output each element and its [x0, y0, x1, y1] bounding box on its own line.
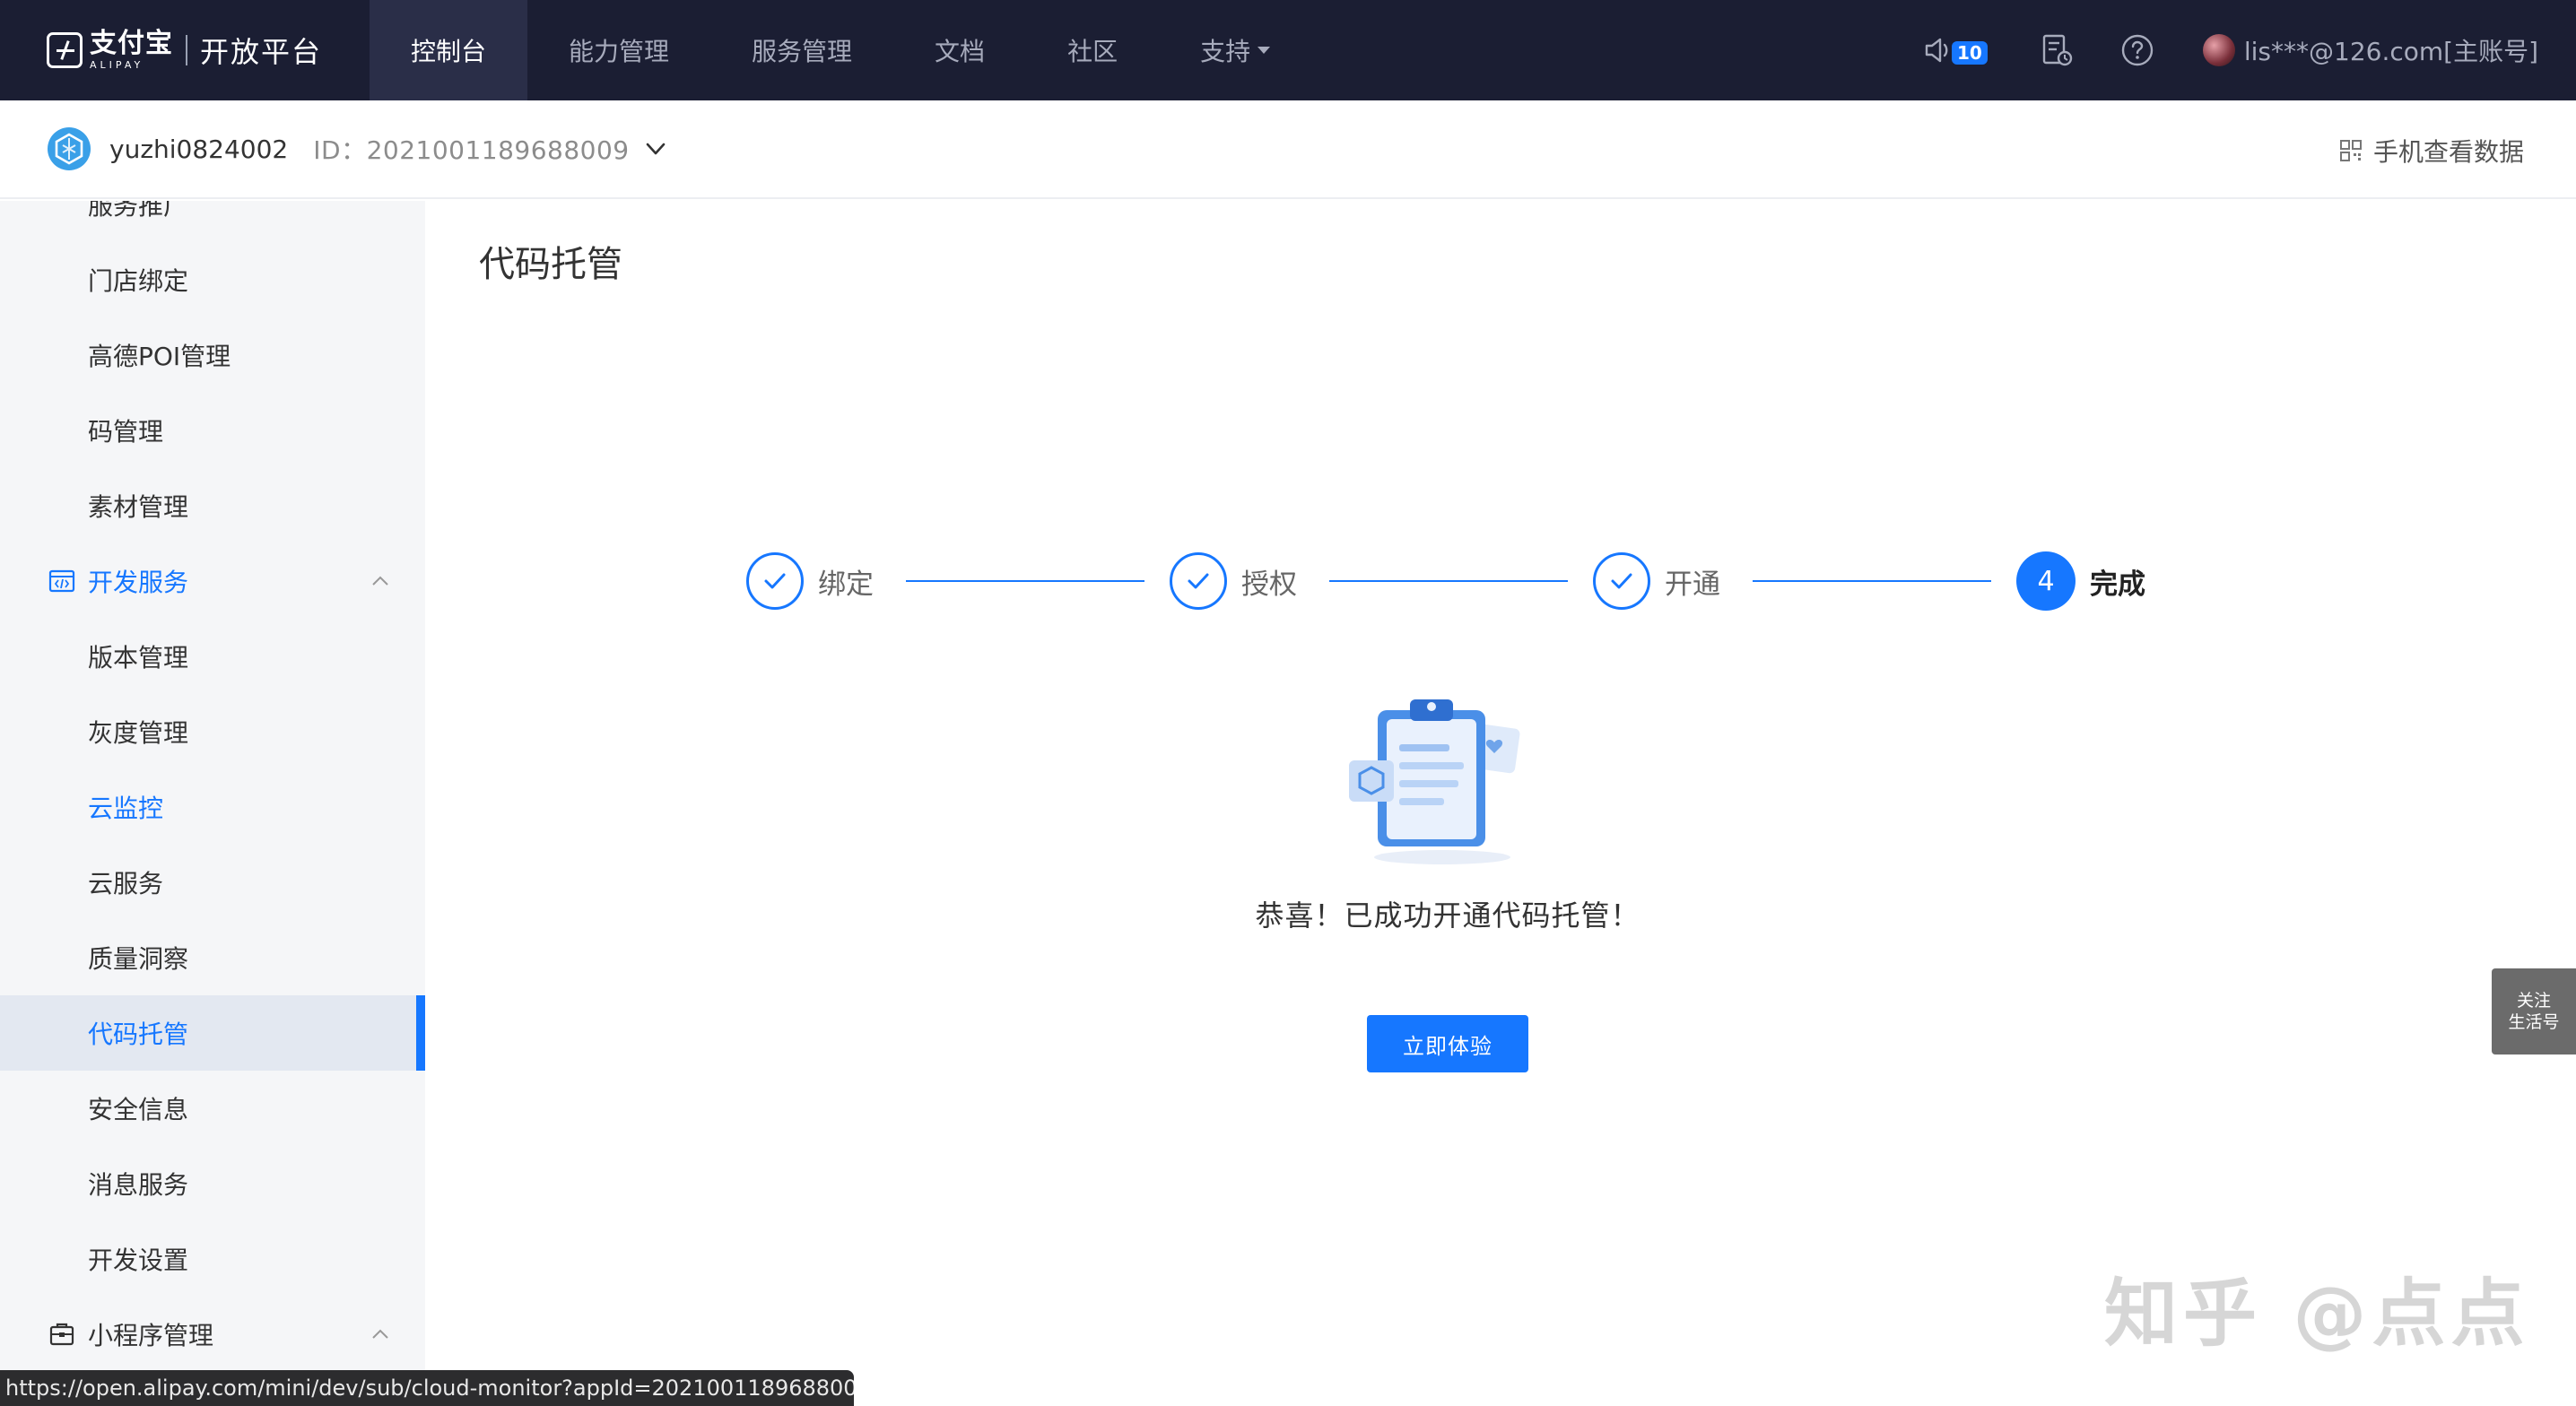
- try-now-button[interactable]: 立即体验: [1367, 1015, 1528, 1072]
- sidebar-item-code-management[interactable]: 码管理: [0, 393, 425, 468]
- step-label: 绑定: [818, 568, 874, 601]
- step-number: 4: [2016, 551, 2076, 611]
- nav-console[interactable]: 控制台: [370, 0, 528, 100]
- mobile-data-label: 手机查看数据: [2372, 137, 2524, 167]
- app-name[interactable]: yuzhi0824002: [109, 135, 288, 164]
- sidebar-item-amap-poi[interactable]: 高德POI管理: [0, 317, 425, 393]
- chevron-down-icon[interactable]: [644, 137, 667, 161]
- step-label: 完成: [2090, 568, 2145, 601]
- step-connector: [1329, 580, 1568, 582]
- sidebar-section-label: 开发服务: [88, 568, 189, 597]
- sidebar-item-cloud-service[interactable]: 云服务: [0, 845, 425, 920]
- sidebar-item-store-binding[interactable]: 门店绑定: [0, 242, 425, 317]
- main-nav: 控制台 能力管理 服务管理 文档 社区 支持: [370, 0, 1311, 100]
- nav-docs[interactable]: 文档: [893, 0, 1026, 100]
- sidebar-item-material[interactable]: 素材管理: [0, 468, 425, 543]
- platform-name: 开放平台: [200, 35, 323, 69]
- nav-right: 10 lis***@126.com[主账号]: [1923, 0, 2576, 100]
- chevron-up-icon: [372, 576, 388, 586]
- nav-support[interactable]: 支持: [1159, 0, 1311, 100]
- sidebar-section-dev-services[interactable]: 开发服务: [0, 543, 425, 619]
- alipay-logo-icon: [47, 32, 83, 68]
- check-icon: [1170, 552, 1227, 610]
- step-bind: 绑定: [746, 549, 874, 613]
- sidebar-item-security-info[interactable]: 安全信息: [0, 1071, 425, 1146]
- sidebar-item-versions[interactable]: 版本管理: [0, 619, 425, 694]
- account-menu[interactable]: lis***@126.com[主账号]: [2202, 32, 2538, 68]
- sidebar-item-message-service[interactable]: 消息服务: [0, 1146, 425, 1221]
- avatar: [2202, 34, 2235, 66]
- notification-badge: 10: [1952, 41, 1988, 65]
- sidebar-item-quality-insight[interactable]: 质量洞察: [0, 920, 425, 995]
- nav-community[interactable]: 社区: [1026, 0, 1159, 100]
- step-complete: 4 完成: [2016, 549, 2145, 613]
- logo-subtext: ALIPAY: [90, 59, 144, 71]
- watermark: 知乎 @点点: [2104, 1271, 2530, 1357]
- top-nav: 支付宝 ALIPAY 开放平台 控制台 能力管理 服务管理 文档 社区 支持 1…: [0, 0, 2576, 100]
- help-icon[interactable]: [2117, 30, 2158, 71]
- follow-tab-line1: 关注: [2516, 991, 2551, 1011]
- nav-support-label: 支持: [1200, 37, 1251, 66]
- follow-tab-line2: 生活号: [2508, 1012, 2560, 1032]
- progress-steps: 绑定 授权 开通 4 完成: [746, 549, 2163, 613]
- account-name: lis***@126.com[主账号]: [2243, 37, 2538, 66]
- step-activate: 开通: [1593, 549, 1720, 613]
- success-message: 恭喜！已成功开通代码托管！: [1255, 898, 1640, 933]
- step-connector: [1753, 580, 1991, 582]
- qrcode-icon: [2339, 140, 2362, 161]
- check-icon: [746, 552, 804, 610]
- sidebar-item-service-promotion[interactable]: 服务推广: [0, 201, 425, 242]
- sidebar-item-code-hosting[interactable]: 代码托管: [0, 995, 425, 1071]
- sidebar-item-cloud-monitor[interactable]: 云监控: [0, 769, 425, 845]
- nav-service[interactable]: 服务管理: [710, 0, 893, 100]
- step-authorize: 授权: [1170, 549, 1297, 613]
- sidebar: 服务推广 门店绑定 高德POI管理 码管理 素材管理 开发服务 版本管理 灰度管…: [0, 201, 425, 1406]
- caret-down-icon: [1258, 47, 1271, 54]
- step-connector: [906, 580, 1144, 582]
- step-label: 开通: [1665, 568, 1720, 601]
- status-bar-url: https://open.alipay.com/mini/dev/sub/clo…: [0, 1370, 854, 1406]
- nav-capability[interactable]: 能力管理: [527, 0, 710, 100]
- page-title: 代码托管: [479, 244, 622, 285]
- sidebar-section-miniapp[interactable]: 小程序管理: [0, 1297, 425, 1372]
- document-clock-icon[interactable]: [2036, 30, 2077, 71]
- app-bar: yuzhi0824002 ID：2021001189688009 手机查看数据: [0, 100, 2576, 199]
- clipboard-illustration-icon: [1349, 699, 1520, 864]
- speaker-icon[interactable]: 10: [1923, 30, 1988, 71]
- miniapp-icon: [49, 1323, 74, 1346]
- mobile-data-link[interactable]: 手机查看数据: [2339, 133, 2524, 169]
- app-logo-icon: [48, 127, 91, 170]
- check-icon: [1593, 552, 1650, 610]
- step-label: 授权: [1241, 568, 1297, 601]
- sidebar-item-gray-release[interactable]: 灰度管理: [0, 694, 425, 769]
- code-icon: [48, 569, 75, 593]
- alipay-logo[interactable]: 支付宝 ALIPAY 开放平台: [47, 27, 322, 74]
- sidebar-section-label: 小程序管理: [88, 1321, 214, 1350]
- logo-divider: [186, 35, 187, 65]
- app-id: ID：2021001189688009: [313, 135, 630, 165]
- chevron-up-icon: [372, 1329, 388, 1339]
- sidebar-item-dev-settings[interactable]: 开发设置: [0, 1221, 425, 1297]
- logo-text: 支付宝: [90, 28, 173, 59]
- follow-life-account-tab[interactable]: 关注 生活号: [2492, 968, 2576, 1054]
